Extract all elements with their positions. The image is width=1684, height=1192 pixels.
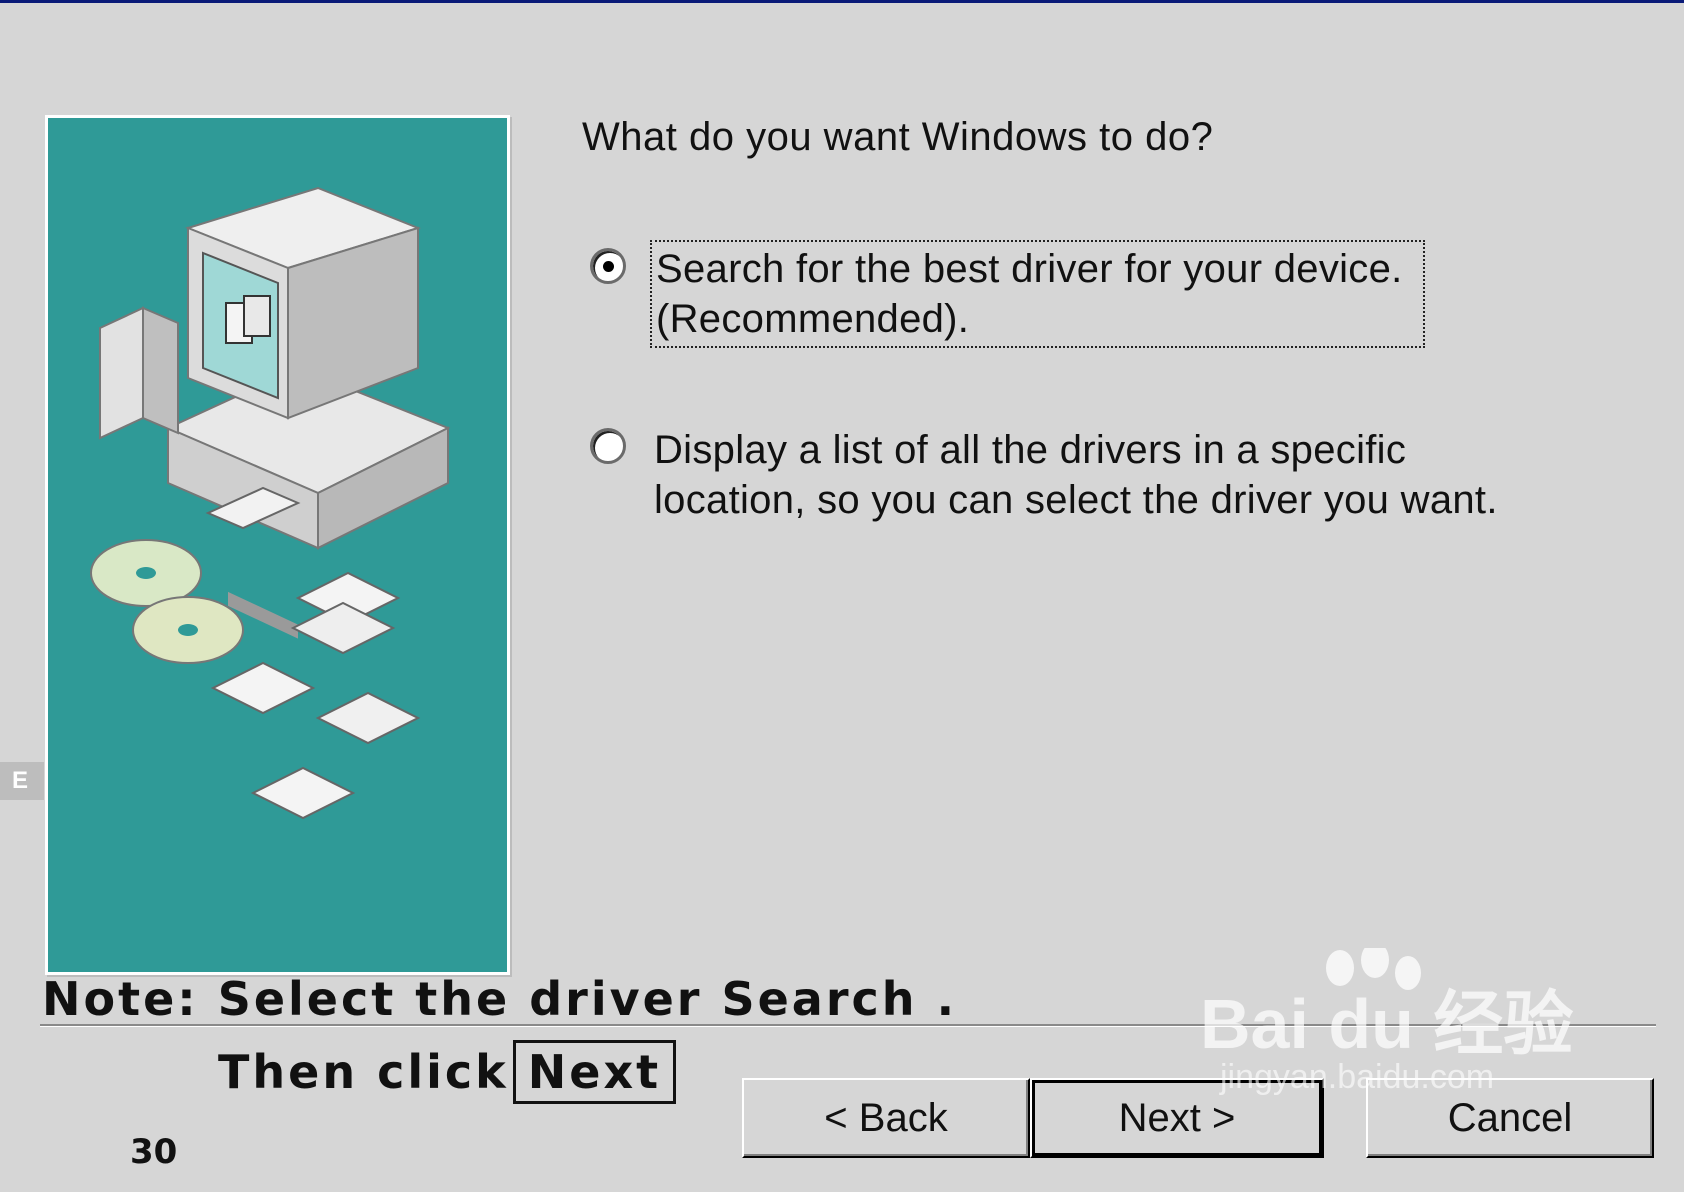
dialog-separator <box>40 1024 1656 1027</box>
option-display-list-label[interactable]: Display a list of all the drivers in a s… <box>654 425 1554 525</box>
option-display-line2: location, so you can select the driver y… <box>654 478 1498 522</box>
next-button[interactable]: Next > <box>1030 1078 1324 1158</box>
radio-display-list[interactable] <box>590 428 626 464</box>
cd-disc-icon <box>90 539 244 664</box>
wizard-question: What do you want Windows to do? <box>582 115 1214 159</box>
option-search-line1: Search for the best driver for your devi… <box>656 247 1403 291</box>
instruction-then: Then click Next <box>218 1040 677 1104</box>
instruction-then-prefix: Then click <box>218 1045 509 1099</box>
instruction-note: Note: Select the driver Search . <box>42 972 958 1026</box>
radio-search-driver[interactable] <box>590 248 626 284</box>
option-search-line2: (Recommended). <box>656 297 970 341</box>
hardware-illustration-icon <box>90 186 451 820</box>
radio-selected-icon <box>603 261 614 272</box>
instruction-next-boxed: Next <box>512 1040 677 1104</box>
option-search-driver-label[interactable]: Search for the best driver for your devi… <box>650 240 1425 348</box>
top-rule <box>0 0 1684 3</box>
section-tab: E <box>0 762 44 800</box>
back-button[interactable]: < Back <box>742 1078 1030 1158</box>
option-display-line1: Display a list of all the drivers in a s… <box>654 428 1407 472</box>
cancel-button[interactable]: Cancel <box>1366 1078 1654 1158</box>
paw-icon <box>1326 948 1421 990</box>
page-number: 30 <box>130 1132 178 1172</box>
wizard-illustration <box>45 115 510 975</box>
